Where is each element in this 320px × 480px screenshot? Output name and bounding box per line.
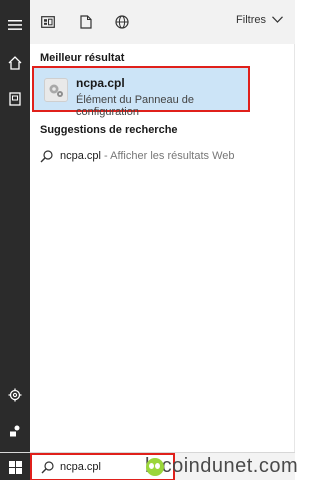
suggestion-hint: Afficher les résultats Web	[110, 150, 235, 162]
suggestions-heading: Suggestions de recherche	[40, 124, 178, 136]
control-panel-item-icon	[44, 78, 68, 102]
search-input[interactable]: ncpa.cpl	[60, 461, 101, 473]
account-icon[interactable]	[0, 416, 30, 446]
globe-icon[interactable]	[112, 12, 132, 32]
search-results-panel: Filtres Meilleur résultat ncpa.cpl Éléme…	[30, 0, 295, 452]
chevron-down-icon	[272, 14, 283, 26]
device-icon[interactable]	[0, 84, 30, 114]
start-rail	[0, 0, 30, 452]
suggestion-item[interactable]: ncpa.cpl - Afficher les résultats Web	[30, 142, 295, 172]
document-icon[interactable]	[76, 12, 96, 32]
watermark-eye	[155, 463, 160, 469]
watermark-eye	[149, 463, 154, 469]
best-match-result[interactable]: ncpa.cpl Élément du Panneau de configura…	[32, 66, 250, 118]
gear-icon[interactable]	[0, 380, 30, 410]
filters-dropdown[interactable]: Filtres	[236, 14, 283, 26]
watermark-text: lecoindunet.com	[145, 455, 299, 477]
search-icon	[40, 150, 53, 168]
watermark-logo	[146, 458, 164, 476]
search-icon	[41, 461, 54, 479]
best-match-subtitle: Élément du Panneau de configuration	[76, 94, 195, 118]
best-match-title: ncpa.cpl	[76, 76, 125, 90]
windows-start-icon[interactable]	[0, 453, 30, 480]
filters-label: Filtres	[236, 14, 266, 26]
suggestion-text: ncpa.cpl - Afficher les résultats Web	[60, 150, 235, 162]
search-scope-bar: Filtres	[30, 0, 295, 44]
apps-grid-icon[interactable]	[38, 12, 58, 32]
home-icon[interactable]	[0, 48, 30, 78]
suggestion-query: ncpa.cpl	[60, 150, 101, 162]
hamburger-icon[interactable]	[0, 10, 30, 40]
best-match-heading: Meilleur résultat	[40, 52, 125, 64]
start-search-window: Filtres Meilleur résultat ncpa.cpl Éléme…	[0, 0, 299, 480]
